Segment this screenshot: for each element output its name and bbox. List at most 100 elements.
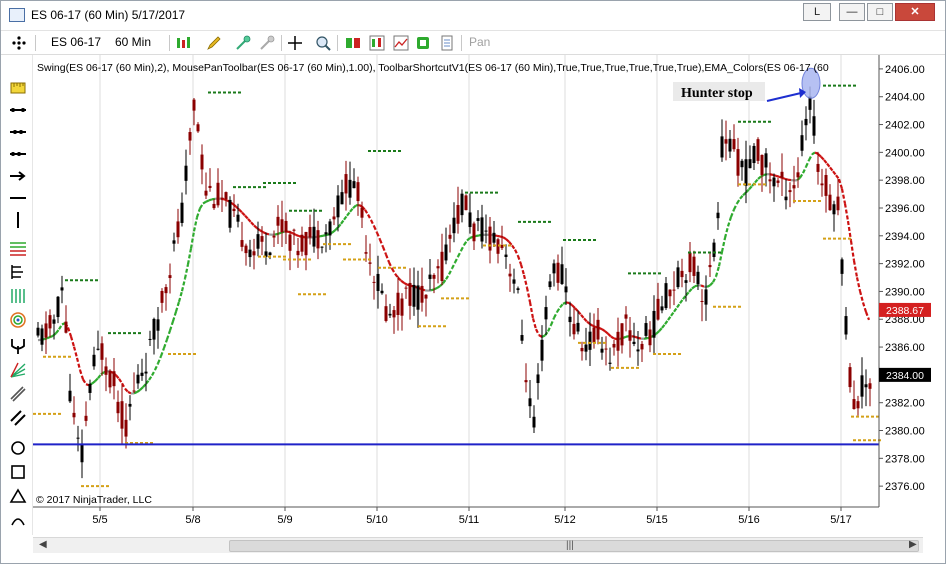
candle-body <box>660 306 664 311</box>
candle-body <box>112 371 116 387</box>
candle-body <box>656 298 660 320</box>
strategies-icon[interactable] <box>369 35 385 51</box>
candle-body <box>700 300 704 302</box>
fib-extension-icon[interactable] <box>9 263 27 281</box>
ema-segment <box>502 236 507 240</box>
andrews-pitchfork-icon[interactable] <box>9 337 27 355</box>
candle-body <box>128 403 132 407</box>
candle-body <box>796 172 800 178</box>
fib-timezone-icon[interactable] <box>9 287 27 305</box>
candle-body <box>832 204 836 215</box>
horizontal-line-icon[interactable] <box>9 189 27 207</box>
data-box-icon[interactable] <box>345 35 361 51</box>
candle-body <box>424 294 428 299</box>
ray-icon[interactable] <box>9 145 27 163</box>
drawing-tools-sidebar <box>1 55 33 535</box>
risk-reward-icon[interactable] <box>9 101 27 119</box>
candle-body <box>104 366 108 375</box>
scrollbar-thumb[interactable]: ||| <box>229 540 919 552</box>
candle-body <box>612 343 616 348</box>
zoom-rect-icon[interactable] <box>315 35 331 51</box>
templates-icon[interactable] <box>439 35 455 51</box>
candle-body <box>60 287 64 291</box>
layout-button[interactable]: L <box>803 3 831 21</box>
candle-body <box>620 323 624 346</box>
candle-body <box>732 139 736 150</box>
candle-body <box>736 149 740 176</box>
pan-button[interactable]: Pan <box>469 35 490 49</box>
bar-type-icon[interactable] <box>175 35 195 51</box>
candle-body <box>384 306 388 321</box>
fib-retracement-icon[interactable] <box>9 239 27 257</box>
candle-body <box>636 349 640 352</box>
candle-body <box>860 375 864 397</box>
triangle-icon[interactable] <box>9 487 27 505</box>
candle-body <box>468 212 472 228</box>
instrument-selector[interactable]: ES 06-17 <box>51 35 101 49</box>
x-axis[interactable]: 5/5 5/8 5/9 5/10 5/11 5/12 5/15 5/16 5/17 <box>92 507 852 526</box>
y-tick-label: 2378.00 <box>885 453 925 465</box>
ellipse-icon[interactable] <box>9 439 27 457</box>
candle-body <box>288 234 292 251</box>
arrow-line-icon[interactable] <box>9 167 27 185</box>
candle-body <box>556 262 560 283</box>
vertical-line-icon[interactable] <box>9 211 27 229</box>
candle-body <box>220 197 224 199</box>
x-tick-label: 5/10 <box>366 514 387 526</box>
y-tick-label: 2400.00 <box>885 147 925 159</box>
ruler-icon[interactable] <box>9 79 27 97</box>
arc-icon[interactable] <box>9 511 27 529</box>
rectangle-icon[interactable] <box>9 463 27 481</box>
candle-body <box>208 185 212 188</box>
candle-body <box>52 319 56 324</box>
properties-icon[interactable] <box>415 35 431 51</box>
candle-body <box>168 275 172 279</box>
scroll-right-icon[interactable]: ▶ <box>909 539 917 550</box>
indicators-icon[interactable] <box>393 35 409 51</box>
crosshair-icon[interactable] <box>11 35 27 51</box>
minimize-button[interactable]: — <box>839 3 865 21</box>
regression-channel-icon[interactable] <box>9 385 27 403</box>
candle-body <box>352 181 356 189</box>
candle-body <box>548 281 552 288</box>
trend-channel-icon[interactable] <box>9 409 27 427</box>
candle-body <box>176 221 180 238</box>
scroll-left-icon[interactable]: ◀ <box>39 539 47 550</box>
candle-body <box>312 226 316 247</box>
candle-body <box>756 139 760 161</box>
candle-body <box>616 331 620 351</box>
candle-body <box>428 274 432 279</box>
candle-body <box>492 232 496 243</box>
candle-body <box>184 165 188 181</box>
candle-body <box>260 236 264 242</box>
y-axis[interactable]: 2376.00 2378.00 2380.00 2382.00 2384.00 2386.… <box>879 64 925 493</box>
extended-line-icon[interactable] <box>9 123 27 141</box>
candle-body <box>340 192 344 205</box>
candle-body <box>460 193 464 216</box>
toolbar-separator <box>337 35 338 51</box>
interval-selector[interactable]: 60 Min <box>115 35 151 49</box>
gann-fan-icon[interactable] <box>9 361 27 379</box>
fib-circle-icon[interactable] <box>9 311 27 329</box>
candle-body <box>772 177 776 187</box>
cursor-icon[interactable] <box>287 35 303 51</box>
ema-segment <box>208 198 213 202</box>
drawing-pencil-icon[interactable] <box>206 35 222 51</box>
candle-body <box>692 256 696 276</box>
close-button[interactable]: ✕ <box>895 3 935 21</box>
zoom-in-icon[interactable] <box>235 35 251 51</box>
candle-body <box>640 343 644 350</box>
y-tick-label: 2402.00 <box>885 120 925 132</box>
candle-body <box>504 254 508 257</box>
horizontal-scrollbar[interactable]: ◀ ||| ▶ <box>33 537 923 553</box>
chart-app-icon <box>9 8 25 22</box>
price-chart[interactable]: Hunter stop Swing(ES 06-17 (60 Min),2), … <box>33 55 945 535</box>
y-tick-label: 2390.00 <box>885 286 925 298</box>
candle-body <box>244 245 248 254</box>
candle-body <box>728 138 732 152</box>
candle-body <box>88 383 92 393</box>
candle-body <box>836 196 840 211</box>
maximize-button[interactable]: □ <box>867 3 893 21</box>
x-tick-label: 5/17 <box>830 514 851 526</box>
zoom-out-icon[interactable] <box>259 35 275 51</box>
